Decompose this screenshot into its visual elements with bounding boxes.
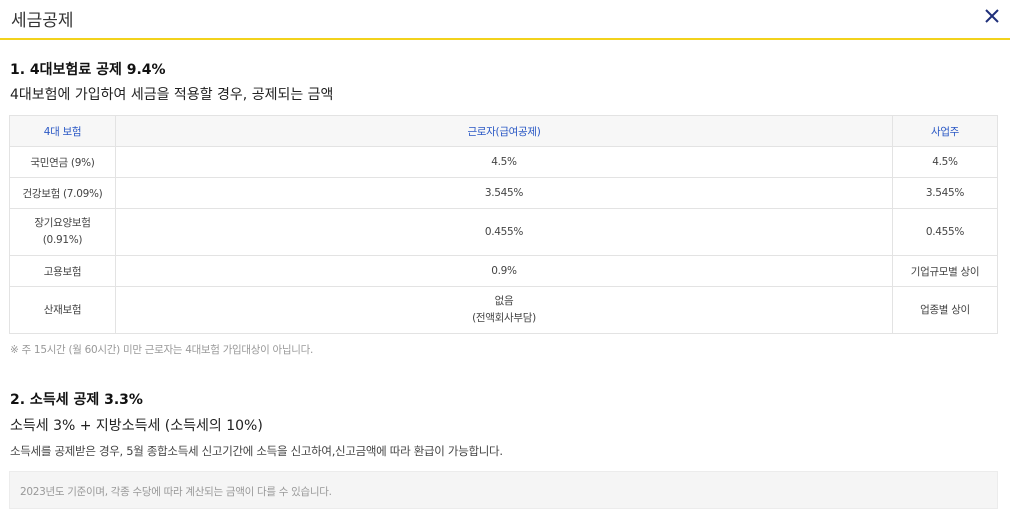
table-row: 고용보험 0.9% 기업규모별 상이 [9,255,998,287]
section2-description: 소득세를 공제받은 경우, 5월 종합소득세 신고기간에 소득을 신고하여,신고… [10,444,503,458]
row-name-sub: (0.91%) [42,234,83,246]
table-row: 산재보험 없음 (전액회사부담) 업종별 상이 [9,286,998,334]
section2-subheading: 소득세 3% + 지방소득세 (소득세의 10%) [10,418,263,434]
row-name: 건강보험 (7.09%) [9,177,116,209]
row-name-cell: 장기요양보험 (0.91%) [9,208,116,256]
table-row: 국민연금 (9%) 4.5% 4.5% [9,146,998,178]
table-header-row: 4대 보험 근로자(급여공제) 사업주 [9,115,998,147]
row-worker-rate: 0.9% [115,255,893,287]
row-worker-rate: 0.455% [115,208,893,256]
insurance-table: 4대 보험 근로자(급여공제) 사업주 국민연금 (9%) 4.5% 4.5% … [9,115,998,334]
row-worker-sub: (전액회사부담) [472,312,536,324]
eligibility-note: ※ 주 15시간 (월 60시간) 미만 근로자는 4대보험 가입대상이 아닙니… [10,344,314,356]
info-text: 2023년도 기준이며, 각종 수당에 따라 계산되는 금액이 다를 수 있습니… [20,486,332,498]
row-employer-rate: 0.455% [892,208,998,256]
row-worker-rate: 없음 [494,295,514,307]
section2-heading: 2. 소득세 공제 3.3% [10,392,143,408]
modal-title: 세금공제 [11,11,74,31]
row-worker-rate: 3.545% [115,177,893,209]
section1-heading: 1. 4대보험료 공제 9.4% [10,62,166,78]
column-header-insurance: 4대 보험 [9,115,116,147]
modal-header: 세금공제 [0,0,1010,40]
column-header-worker: 근로자(급여공제) [115,115,893,147]
row-worker-cell: 없음 (전액회사부담) [115,286,893,334]
row-employer-rate: 기업규모별 상이 [892,255,998,287]
row-name: 고용보험 [9,255,116,287]
section1-description: 4대보험에 가입하여 세금을 적용할 경우, 공제되는 금액 [10,87,334,103]
table-row: 장기요양보험 (0.91%) 0.455% 0.455% [9,208,998,256]
row-name: 산재보험 [9,286,116,334]
row-employer-rate: 3.545% [892,177,998,209]
row-employer-rate: 4.5% [892,146,998,178]
row-name: 장기요양보험 [34,217,91,229]
row-name: 국민연금 (9%) [9,146,116,178]
column-header-employer: 사업주 [892,115,998,147]
row-employer-rate: 업종별 상이 [892,286,998,334]
info-box: 2023년도 기준이며, 각종 수당에 따라 계산되는 금액이 다를 수 있습니… [9,471,998,509]
row-worker-rate: 4.5% [115,146,893,178]
close-icon[interactable] [982,6,1002,26]
table-row: 건강보험 (7.09%) 3.545% 3.545% [9,177,998,209]
